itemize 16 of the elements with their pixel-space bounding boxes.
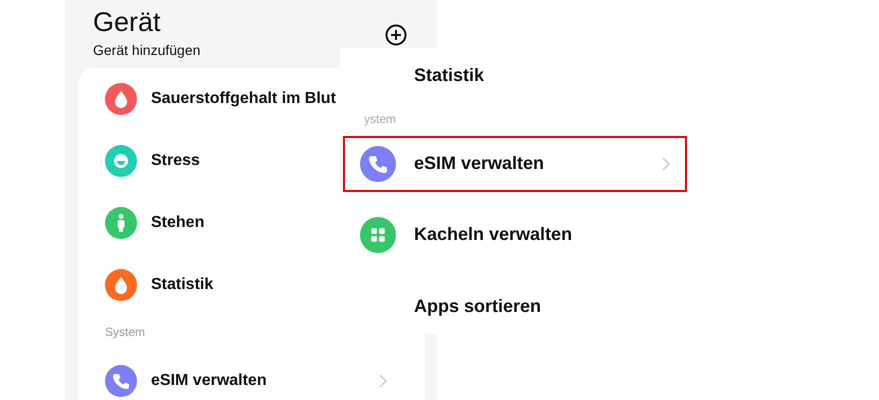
add-device-link[interactable]: Gerät hinzufügen	[93, 42, 200, 58]
list-item[interactable]: Stehen	[151, 214, 204, 232]
list-item[interactable]: Kacheln verwalten	[414, 224, 572, 246]
list-item[interactable]: eSIM verwalten	[414, 153, 544, 174]
chevron-icon	[662, 156, 670, 171]
list-item[interactable]: Statistik	[414, 65, 484, 86]
list-item[interactable]: Stress	[151, 152, 200, 170]
section-header: System	[104, 324, 146, 341]
list-item[interactable]: eSIM verwalten	[151, 372, 267, 390]
plus-icon[interactable]	[385, 24, 407, 46]
list-item[interactable]: Sauerstoffgehalt im Blut	[151, 90, 336, 108]
chevron-icon	[379, 374, 387, 388]
list-item[interactable]: Statistik	[151, 276, 214, 294]
page-title: Gerät	[93, 6, 162, 38]
list-item[interactable]: Apps sortieren	[414, 296, 542, 317]
section-header: ystem	[363, 110, 398, 128]
